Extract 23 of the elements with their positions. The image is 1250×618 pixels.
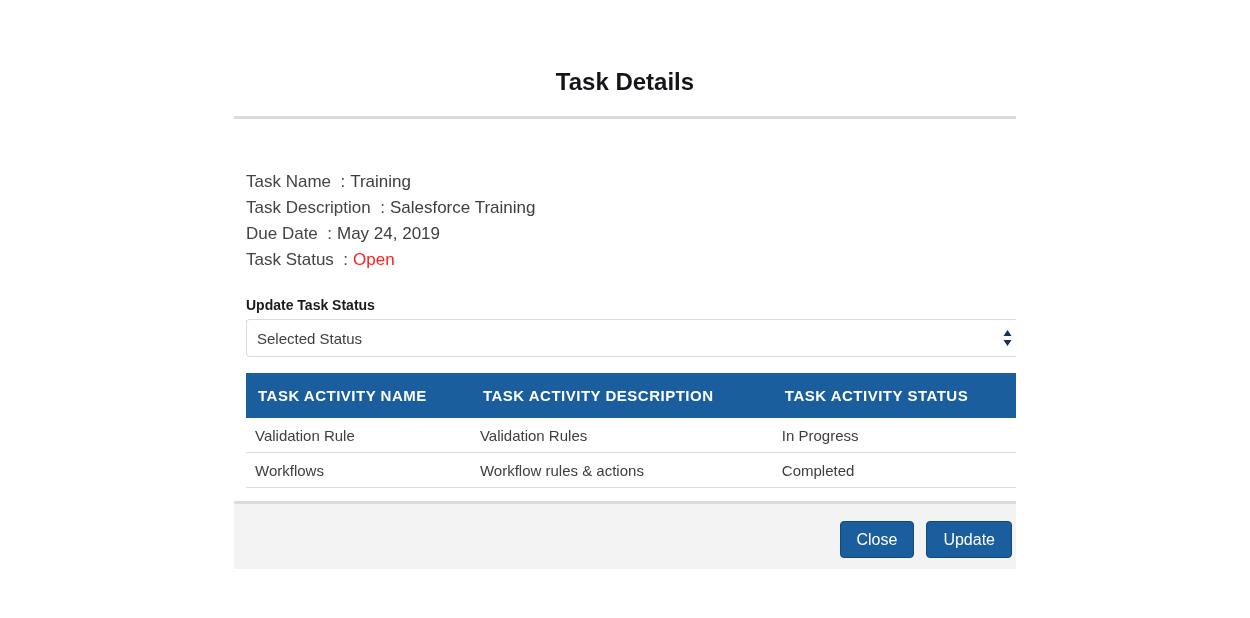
field-label: Update Task Status [246,296,376,315]
detail-label: Task Name : [246,171,346,193]
close-button[interactable]: Close [839,521,915,558]
update-button[interactable]: Update [926,521,1012,558]
table-cell: Workflow rules & actions [470,452,773,488]
detail-label: Due Date : [246,223,332,245]
column-header: TASK ACTIVITY STATUS [772,373,1016,418]
status-select[interactable]: Selected Status [246,319,1016,357]
table-cell: Completed [772,452,1016,488]
column-header: TASK ACTIVITY DESCRIPTION [470,373,773,418]
detail-value: Salesforce Training [389,197,536,219]
detail-label: Task Status : [246,249,349,271]
column-header: TASK ACTIVITY NAME [246,373,471,418]
detail-value: Training [350,171,411,193]
table-cell: Workflows [246,452,471,488]
modal-title: Task Details [554,67,696,97]
detail-value: May 24, 2019 [337,223,440,245]
table-cell: Validation Rules [470,418,773,453]
detail-label: Task Description : [246,197,385,219]
table-cell: In Progress [772,418,1016,453]
table-cell: Validation Rule [246,418,471,453]
sort-arrows-icon [1003,329,1012,347]
detail-value: Open [353,249,395,271]
